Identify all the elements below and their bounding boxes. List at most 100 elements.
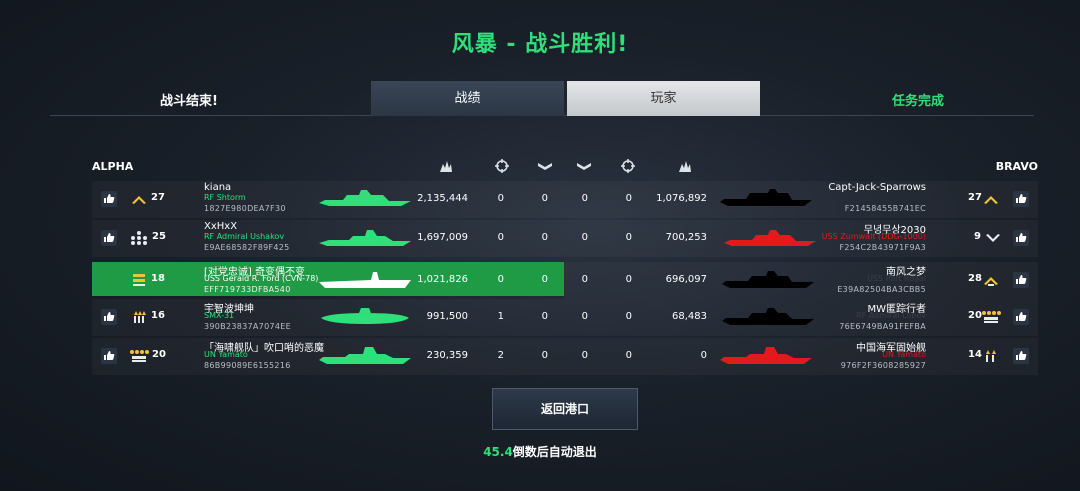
damage-value: 700,253 <box>665 232 707 243</box>
rank-stars-icon <box>128 230 150 246</box>
like-button[interactable] <box>1012 190 1030 208</box>
player-level: 20 <box>152 349 166 360</box>
ship-silhouette <box>319 272 411 288</box>
player-level: 27 <box>968 192 982 203</box>
table-row-self: 18 [对党忠诚] 奇变偶不变 USS Gerald R. Ford (CVN-… <box>92 262 1038 299</box>
player-id: F254C2B43971F9A3 <box>839 243 926 252</box>
player-ship: RF Admiral Lobov <box>855 311 926 320</box>
player-ship: SMX-31 <box>204 311 235 320</box>
like-button[interactable] <box>100 308 118 326</box>
stat-value: 0 <box>541 193 548 204</box>
battle-over-label: 战斗结束! <box>160 94 218 109</box>
like-button[interactable] <box>100 347 118 365</box>
like-button[interactable] <box>1012 347 1030 365</box>
team-bravo-label: BRAVO <box>995 160 1038 173</box>
ship-silhouette <box>319 230 411 246</box>
stat-value: 0 <box>625 311 632 322</box>
return-to-port-button[interactable]: 返回港口 <box>492 388 638 430</box>
stat-value: 0 <box>541 232 548 243</box>
player-id: 390B23837A7074EE <box>204 322 291 331</box>
damage-value: 1,076,892 <box>656 193 707 204</box>
like-button[interactable] <box>1012 271 1030 289</box>
ship-silhouette <box>720 347 812 364</box>
stat-value: 0 <box>581 193 588 204</box>
crosshair-icon <box>621 159 635 173</box>
player-level: 18 <box>151 273 165 284</box>
ship-silhouette <box>321 308 409 324</box>
player-level: 14 <box>968 349 982 360</box>
player-level: 9 <box>974 231 981 242</box>
player-id: EFF719733DFBA540 <box>204 285 291 294</box>
table-row: 25 XxHxX RF Admiral Ushakov E9AE68582F89… <box>92 220 1038 257</box>
player-name[interactable]: kiana <box>204 182 231 193</box>
like-button[interactable] <box>1012 308 1030 326</box>
stat-value: 0 <box>625 350 632 361</box>
player-ship: RF Shtorm <box>204 193 246 202</box>
ship-silhouette <box>724 230 816 246</box>
player-id: 1827E980DEA7F30 <box>204 204 286 213</box>
player-level: 25 <box>152 231 166 242</box>
tab-players[interactable]: 玩家 <box>567 81 760 116</box>
player-id: 976F2F3608285927 <box>840 361 926 370</box>
ship-silhouette <box>722 308 814 325</box>
player-id: E9AE68582F89F425 <box>204 243 290 252</box>
stat-value: 0 <box>541 274 548 285</box>
like-button[interactable] <box>100 190 118 208</box>
crosshair-icon <box>495 159 509 173</box>
stat-value: 0 <box>497 232 504 243</box>
tab-stats[interactable]: 战绩 <box>371 81 564 116</box>
ship-silhouette <box>722 271 814 288</box>
player-id: F21458455B741EC <box>844 204 926 213</box>
rank-bars-icon <box>130 272 148 288</box>
player-ship: USS Zumwalt (DDG-1000) <box>821 232 926 241</box>
stat-value: 0 <box>497 193 504 204</box>
rank-wing-icon <box>538 163 552 170</box>
stat-value: 0 <box>581 311 588 322</box>
like-button[interactable] <box>1012 229 1030 247</box>
like-button[interactable] <box>100 229 118 247</box>
ship-silhouette <box>720 189 812 206</box>
countdown-seconds: 45.4 <box>483 445 513 459</box>
player-ship: USS Gerald R. Ford (CVN-78) <box>204 274 319 283</box>
stat-value: 0 <box>625 193 632 204</box>
damage-value: 2,135,444 <box>417 193 468 204</box>
stat-value: 0 <box>625 232 632 243</box>
table-row: 27 kiana RF Shtorm 1827E980DEA7F30 2,135… <box>92 181 1038 218</box>
rank-wing-icon <box>577 163 591 170</box>
stat-value: 0 <box>581 274 588 285</box>
damage-icon <box>679 161 691 172</box>
player-id: 76E6749BA91FEFBA <box>839 322 926 331</box>
rank-chevron-icon <box>982 191 1000 207</box>
top-bar: 战斗结束! 战绩 玩家 任务完成 <box>50 81 1034 116</box>
stat-value: 0 <box>497 274 504 285</box>
player-level: 27 <box>151 192 165 203</box>
player-level: 28 <box>968 273 982 284</box>
rank-chevron-icon <box>130 191 148 207</box>
ship-silhouette <box>319 347 411 364</box>
rank-chevron-down-icon <box>984 230 1002 246</box>
ship-silhouette <box>319 190 411 206</box>
countdown: 45.4倒数后自动退出 <box>0 443 1080 460</box>
damage-icon <box>440 161 452 172</box>
table-row: 20 「海啸舰队」吹口哨的恶魔 UN Yamato 86B99089E61552… <box>92 338 1038 375</box>
stat-value: 0 <box>581 232 588 243</box>
player-ship: USS Port Royal <box>867 274 926 283</box>
stat-value: 0 <box>541 311 548 322</box>
player-ship: RF Admiral Ushakov <box>204 232 285 241</box>
rank-medal-icon <box>980 309 1002 325</box>
damage-value: 68,483 <box>672 311 707 322</box>
rank-medal-icon <box>128 348 150 364</box>
player-name[interactable]: XxHxX <box>204 221 237 232</box>
mission-complete-label[interactable]: 任务完成 <box>892 90 944 109</box>
damage-value: 991,500 <box>426 311 468 322</box>
player-level: 16 <box>151 310 165 321</box>
stat-value: 1 <box>497 311 504 322</box>
player-name[interactable]: Capt-Jack-Sparrows <box>828 182 926 193</box>
rank-chevron-icon <box>982 272 1000 288</box>
team-alpha-label: ALPHA <box>92 160 134 173</box>
damage-value: 0 <box>700 350 707 361</box>
player-ship: UN Yamato <box>204 350 248 359</box>
damage-value: 1,021,826 <box>417 274 468 285</box>
rank-arrows-icon <box>130 309 148 325</box>
table-row: 16 宇智波坤坤 SMX-31 390B23837A7074EE 991,500… <box>92 299 1038 336</box>
